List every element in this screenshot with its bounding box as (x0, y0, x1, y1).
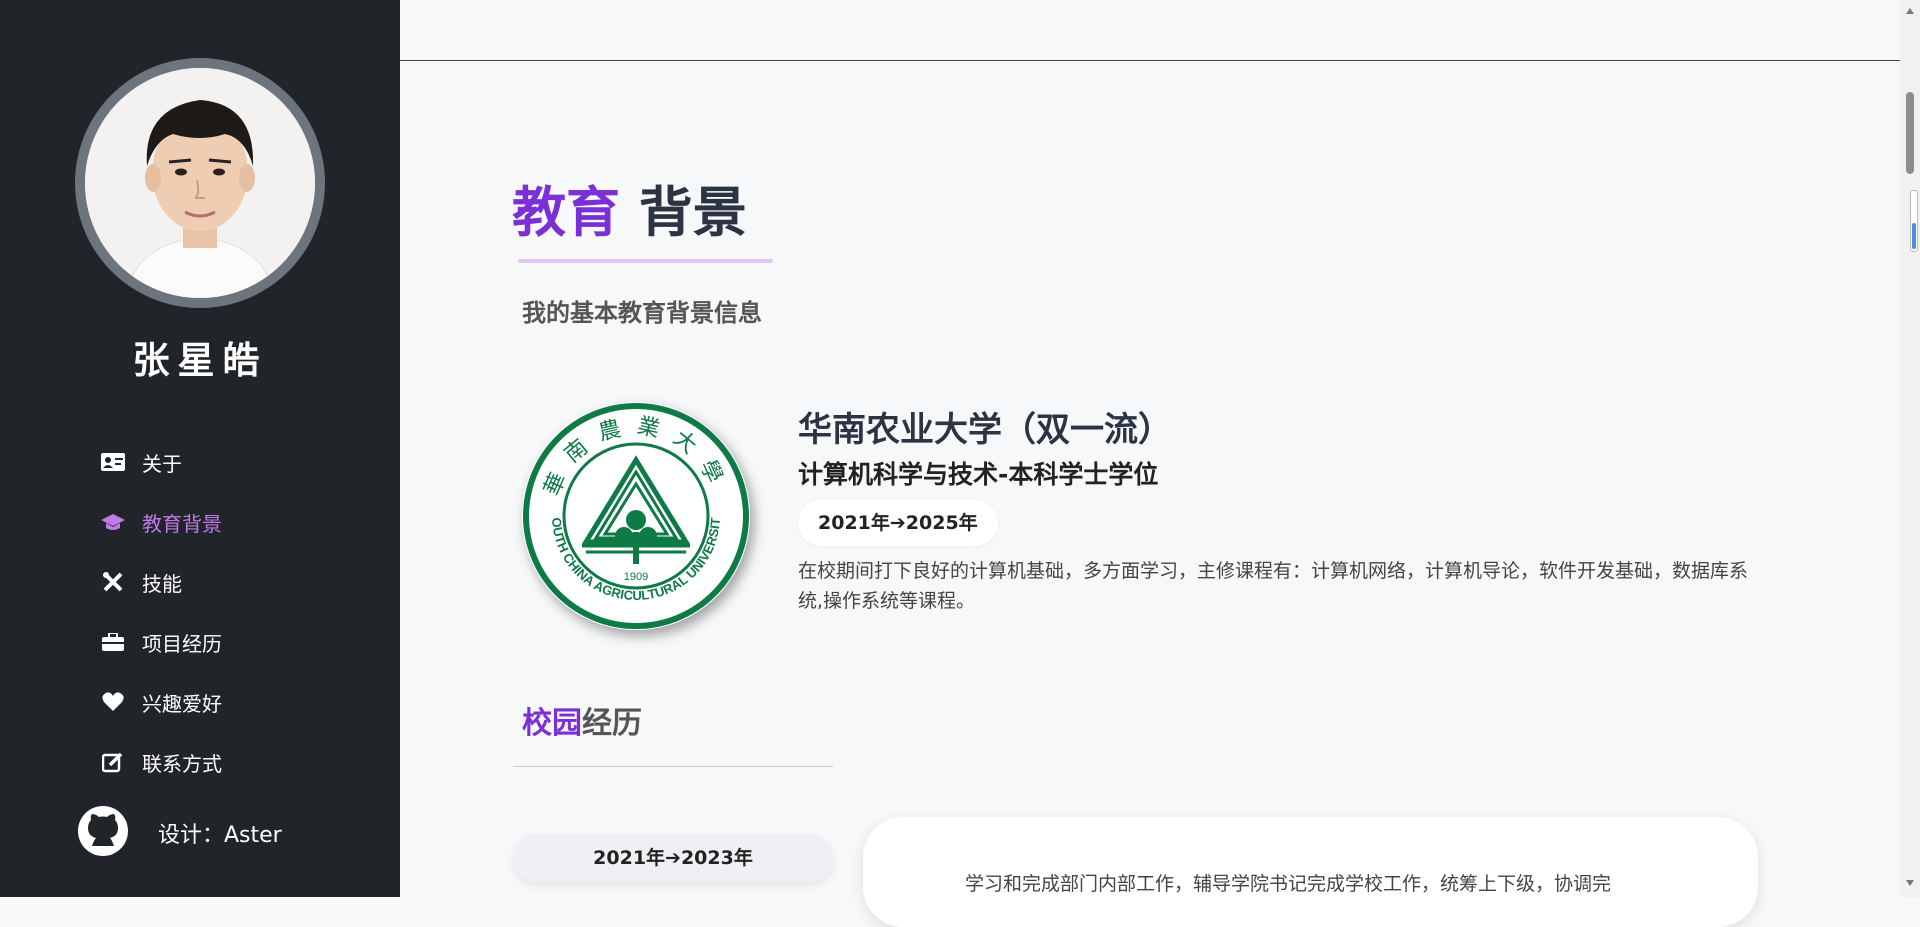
id-card-icon (100, 449, 126, 475)
sidebar: 张星皓 关于 教育背景 技能 项目经历 兴趣爱好 联系方式 设计：Aster (0, 0, 400, 897)
svg-text:1909: 1909 (624, 571, 648, 583)
sidebar-item-label: 兴趣爱好 (142, 691, 222, 716)
main-content: 教育 背景 我的基本教育背景信息 SOUTH CHINA AGRICULTURA… (400, 0, 1900, 927)
heart-icon (100, 689, 126, 715)
header-divider (400, 60, 1900, 61)
campus-title-rest: 经历 (582, 706, 642, 741)
title-underline (518, 259, 773, 263)
campus-description: 学习和完成部门内部工作，辅导学院书记完成学校工作，统筹上下级，协调完 (965, 873, 1612, 895)
university-logo: SOUTH CHINA AGRICULTURAL UNIVERSITY 華南農業… (518, 390, 750, 630)
sidebar-item-label: 项目经历 (142, 631, 222, 656)
sidebar-item-projects[interactable]: 项目经历 (100, 612, 222, 672)
education-description: 在校期间打下良好的计算机基础，多方面学习，主修课程有：计算机网络，计算机导论，软… (798, 560, 1749, 612)
education-dates: 2021年➔2025年 (798, 500, 998, 546)
degree: 计算机科学与技术-本科学士学位 (798, 460, 1159, 489)
scroll-thumb[interactable] (1906, 92, 1914, 174)
sidebar-item-label: 联系方式 (142, 751, 222, 776)
tools-icon (100, 569, 126, 595)
campus-section-title: 校园经历 (522, 698, 642, 742)
briefcase-icon (100, 629, 126, 655)
sidebar-item-label: 关于 (142, 451, 182, 476)
designer-credit: 设计：Aster (158, 823, 282, 848)
sidebar-item-hobbies[interactable]: 兴趣爱好 (100, 672, 222, 732)
page-title-rest: 背景 (620, 181, 747, 244)
avatar-frame (75, 58, 325, 308)
page-scrollbar[interactable] (1900, 0, 1920, 897)
sidebar-item-contact[interactable]: 联系方式 (100, 732, 222, 792)
scroll-up-icon[interactable] (1906, 8, 1914, 14)
page-title: 教育 背景 (512, 168, 747, 247)
campus-card: 学习和完成部门内部工作，辅导学院书记完成学校工作，统筹上下级，协调完 (863, 817, 1758, 927)
avatar (85, 68, 315, 298)
campus-dates: 2021年➔2023年 (513, 834, 833, 882)
edit-icon (100, 749, 126, 775)
sidebar-item-education[interactable]: 教育背景 (100, 492, 222, 552)
campus-divider (513, 766, 833, 767)
scroll-indicator (1910, 190, 1918, 252)
sidebar-item-label: 技能 (142, 571, 182, 596)
sidebar-nav: 关于 教育背景 技能 项目经历 兴趣爱好 联系方式 (100, 432, 222, 792)
sidebar-item-skills[interactable]: 技能 (100, 552, 222, 612)
page-title-accent: 教育 (512, 181, 620, 244)
school-name: 华南农业大学（双一流） (798, 410, 1172, 450)
github-icon[interactable] (78, 806, 128, 860)
sidebar-item-label: 教育背景 (142, 511, 222, 536)
graduation-cap-icon (100, 509, 126, 535)
scroll-indicator-fill (1912, 223, 1916, 249)
sidebar-footer: 设计：Aster (78, 806, 282, 860)
scroll-down-icon[interactable] (1906, 880, 1914, 886)
sidebar-item-about[interactable]: 关于 (100, 432, 222, 492)
page-subtitle: 我的基本教育背景信息 (522, 299, 762, 327)
profile-name: 张星皓 (132, 339, 268, 382)
campus-title-accent: 校园 (522, 706, 582, 741)
